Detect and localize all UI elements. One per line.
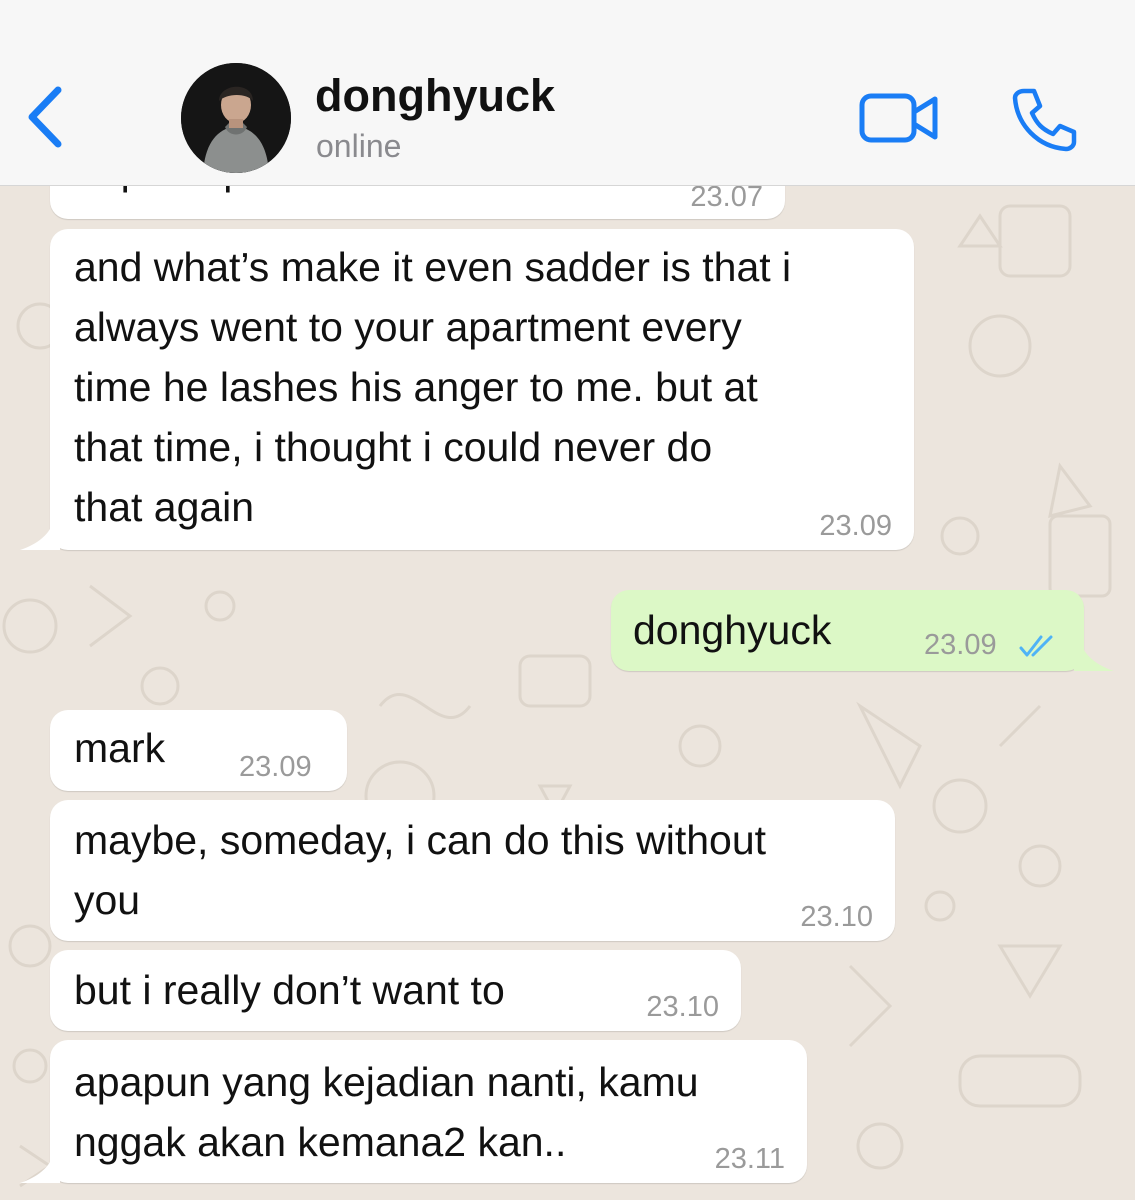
- phone-icon: [1012, 88, 1077, 152]
- contact-name[interactable]: donghyuck: [315, 70, 555, 122]
- message-bubble-outgoing[interactable]: donghyuck 23.09: [611, 590, 1084, 671]
- message-bubble-incoming[interactable]: and what’s make it even sadder is that i…: [50, 229, 914, 550]
- message-text-line: apapun yang kejadian nanti, kamu: [74, 1059, 699, 1105]
- message-text-line: that time, i thought i could never do: [74, 424, 713, 470]
- contact-status: online: [316, 128, 402, 164]
- message-time: 23.09: [924, 629, 997, 661]
- back-button[interactable]: [22, 82, 72, 152]
- message-text-line: and what’s make it even sadder is that i: [74, 244, 792, 290]
- message-text-line: that again: [74, 484, 255, 530]
- message-bubble-incoming[interactable]: apapun yang kejadian nanti, kamu nggak a…: [50, 1040, 807, 1183]
- message-bubble-incoming[interactable]: maybe, someday, i can do this without yo…: [50, 800, 895, 941]
- message-text-line: maybe, someday, i can do this without: [74, 817, 767, 863]
- message-list[interactable]: depan apartemen kamu 23.07 and what’s ma…: [0, 186, 1135, 1200]
- message-time: 23.10: [646, 991, 719, 1023]
- message-text: but i really don’t want to: [74, 967, 505, 1013]
- message-text-line: always went to your apartment every: [74, 304, 742, 350]
- message-bubble-incoming[interactable]: depan apartemen kamu 23.07: [50, 186, 785, 219]
- voice-call-button[interactable]: [1010, 86, 1078, 152]
- message-time: 23.09: [239, 751, 312, 783]
- video-camera-icon: [859, 93, 938, 143]
- avatar[interactable]: [181, 63, 291, 173]
- double-check-read-icon: [1019, 635, 1053, 657]
- bubble-tail-outgoing: [1074, 641, 1114, 671]
- message-bubble-incoming[interactable]: mark 23.09: [50, 710, 347, 791]
- message-time: 23.07: [690, 186, 763, 213]
- message-time: 23.11: [714, 1143, 785, 1175]
- video-call-button[interactable]: [858, 90, 940, 146]
- message-time: 23.09: [819, 510, 892, 542]
- message-time: 23.10: [800, 901, 873, 933]
- message-text-line: you: [74, 877, 141, 923]
- message-text: mark: [74, 725, 166, 771]
- message-text: depan apartemen kamu: [75, 186, 508, 200]
- bubble-tail-incoming: [20, 1153, 60, 1183]
- message-text: donghyuck: [633, 607, 832, 653]
- avatar-photo: [181, 63, 291, 173]
- message-text-line: time he lashes his anger to me. but at: [74, 364, 758, 410]
- message-bubble-incoming[interactable]: but i really don’t want to 23.10: [50, 950, 741, 1031]
- bubble-tail-incoming: [20, 520, 60, 550]
- message-text-line: nggak akan kemana2 kan..: [74, 1119, 567, 1165]
- chat-header: donghyuck online: [0, 0, 1135, 186]
- chevron-left-icon: [28, 86, 62, 148]
